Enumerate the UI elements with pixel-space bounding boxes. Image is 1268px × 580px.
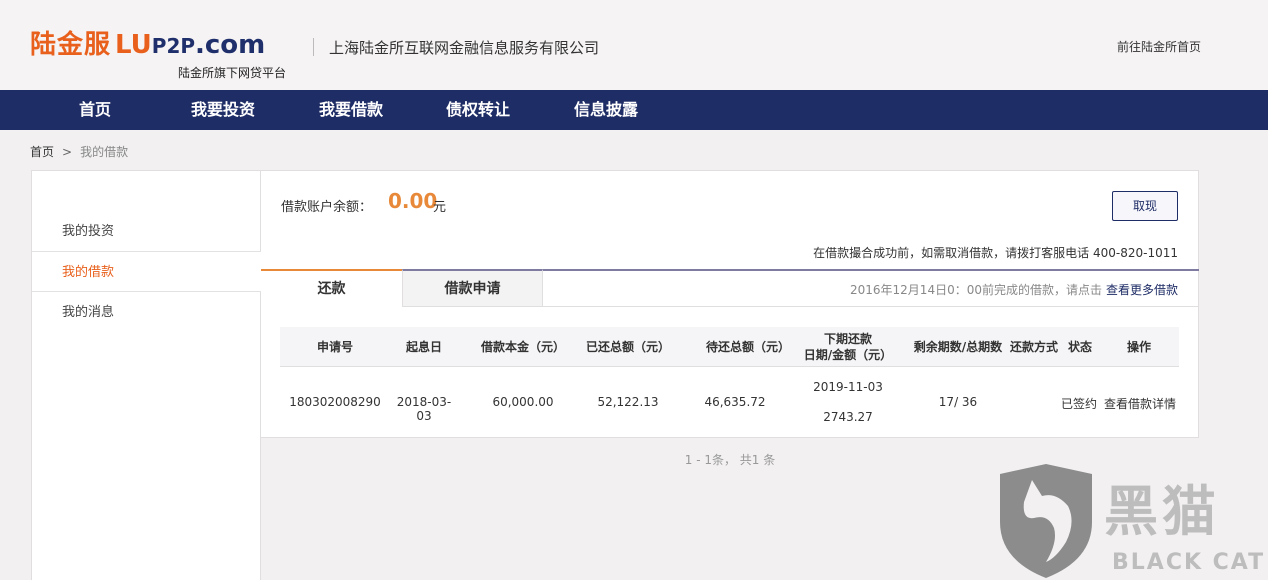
sidebar-item-loans[interactable]: 我的借款	[32, 251, 261, 292]
cell-periods: 17/ 36	[938, 395, 978, 409]
sidebar-item-messages[interactable]: 我的消息	[32, 292, 261, 333]
header-divider	[313, 38, 314, 56]
breadcrumb: 首页 > 我的借款	[30, 143, 128, 160]
col-periods: 剩余期数/总期数	[913, 340, 1003, 354]
older-loans-note: 2016年12月14日0：00前完成的借款，请点击 查看更多借款	[850, 281, 1178, 298]
sidebar-item-investments[interactable]: 我的投资	[32, 211, 261, 252]
logo-com-text: .com	[195, 30, 266, 60]
col-status: 状态	[1067, 340, 1092, 354]
cell-app-no: 180302008290	[289, 395, 381, 409]
col-principal: 借款本金（元）	[480, 340, 565, 354]
more-loans-link[interactable]: 查看更多借款	[1106, 283, 1178, 297]
balance-label: 借款账户余额：	[281, 200, 373, 215]
nav-item-transfer[interactable]: 债权转让	[446, 90, 510, 130]
balance-value: 0.00	[388, 189, 438, 213]
cell-principal: 60,000.00	[492, 395, 554, 409]
logo-cn-text: 陆金服	[30, 30, 112, 60]
logo-p2p-text: P2P	[151, 34, 196, 58]
company-name: 上海陆金所互联网金融信息服务有限公司	[329, 39, 600, 57]
tab-loan-application[interactable]: 借款申请	[402, 269, 543, 306]
site-header: 陆金服 LU P2P .com 陆金所旗下网贷平台 上海陆金所互联网金融信息服务…	[0, 0, 1268, 90]
view-loan-details-link[interactable]: 查看借款详情	[1100, 395, 1180, 412]
col-repaid: 已还总额（元）	[585, 340, 670, 354]
cell-next-date: 2019-11-03	[813, 380, 883, 394]
nav-item-borrow[interactable]: 我要借款	[319, 90, 383, 130]
balance-unit: 元	[433, 200, 447, 215]
loan-panel: 借款账户余额： 0.00 元 取现 在借款撮合成功前，如需取消借款，请拨打客服电…	[261, 170, 1199, 477]
breadcrumb-separator: >	[62, 145, 73, 159]
cell-repaid: 52,122.13	[597, 395, 659, 409]
col-start-date: 起息日	[405, 340, 442, 354]
older-loans-note-text: 2016年12月14日0：00前完成的借款，请点击	[850, 283, 1102, 297]
site-logo[interactable]: 陆金服 LU P2P .com	[30, 30, 265, 60]
main-nav: 首页 我要投资 我要借款 债权转让 信息披露	[0, 90, 1268, 130]
col-method: 还款方式	[1009, 340, 1058, 354]
withdraw-button[interactable]: 取现	[1112, 191, 1178, 221]
lufax-home-link[interactable]: 前往陆金所首页	[1117, 38, 1201, 55]
breadcrumb-current: 我的借款	[80, 145, 129, 159]
col-pending: 待还总额（元）	[705, 340, 790, 354]
watermark-en-text: BLACK CAT	[1112, 550, 1266, 575]
tab-repay[interactable]: 还款	[261, 269, 402, 306]
cell-next-amount: 2743.27	[823, 410, 873, 424]
cancel-notice: 在借款撮合成功前，如需取消借款，请拨打客服电话 400-820-1011	[813, 246, 1178, 260]
table-header: 申请号 起息日 借款本金（元） 已还总额（元） 待还总额（元） 下期还款 日期/…	[280, 327, 1179, 367]
col-next-payment-line2: 日期/金额（元）	[803, 348, 893, 362]
logo-subtitle: 陆金所旗下网贷平台	[178, 66, 287, 80]
black-cat-shield-icon	[1000, 464, 1092, 578]
nav-item-home[interactable]: 首页	[79, 90, 111, 130]
nav-item-disclosure[interactable]: 信息披露	[574, 90, 638, 130]
col-next-payment: 下期还款 日期/金额（元）	[798, 327, 898, 367]
col-action: 操作	[1126, 340, 1151, 354]
col-next-payment-line1: 下期还款	[823, 332, 872, 346]
tab-bottom-border	[402, 306, 1199, 307]
logo-lu-text: LU	[115, 30, 152, 60]
black-cat-watermark: 黑猫 BLACK CAT	[996, 462, 1268, 580]
breadcrumb-home[interactable]: 首页	[30, 145, 54, 159]
cell-start-date: 2018-03-03	[396, 395, 452, 423]
watermark-cn-text: 黑猫	[1104, 480, 1220, 543]
sidebar: 我的投资 我的借款 我的消息	[31, 170, 261, 580]
cell-status: 已签约	[1060, 397, 1097, 411]
col-app-no: 申请号	[316, 340, 353, 354]
nav-item-invest[interactable]: 我要投资	[191, 90, 255, 130]
cell-pending: 46,635.72	[704, 395, 766, 409]
